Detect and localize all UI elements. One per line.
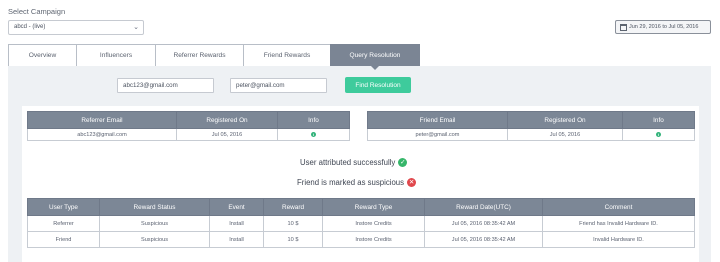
column-header: Reward Date(UTC) — [424, 198, 543, 216]
friend-table: Friend Email Registered On Info peter@gm… — [367, 111, 695, 141]
table-cell: Install — [209, 215, 264, 232]
referrer-email-input[interactable]: abc123@gmail.com — [117, 78, 214, 93]
table-cell: Instore Credits — [322, 215, 425, 232]
chevron-down-icon: ⌄ — [133, 24, 139, 31]
column-header: Comment — [542, 198, 695, 216]
column-header: Friend Email — [367, 111, 508, 129]
table-cell: Jul 05, 2016 08:35:42 AM — [424, 215, 543, 232]
column-header: Referrer Email — [27, 111, 177, 129]
info-icon[interactable]: i — [656, 131, 661, 137]
table-cell: Suspicious — [99, 231, 210, 248]
registered-on-cell: Jul 05, 2016 — [176, 128, 278, 141]
table-cell: Friend has Invalid Hardware ID. — [542, 215, 695, 232]
campaign-select-value: abcd - (live) — [14, 24, 46, 30]
table-header-row: Friend Email Registered On Info — [367, 111, 695, 129]
date-range-value: Jun 29, 2016 to Jul 05, 2016 — [629, 24, 699, 30]
column-header: Info — [277, 111, 350, 129]
table-row: abc123@gmail.com Jul 05, 2016 i — [27, 128, 350, 141]
x-circle-icon: ✕ — [407, 178, 417, 187]
tab-influencers[interactable]: Influencers — [76, 44, 156, 66]
attribution-status-text: User attributed successfully — [300, 158, 396, 167]
table-cell: Instore Credits — [322, 231, 425, 248]
date-range-picker[interactable]: Jun 29, 2016 to Jul 05, 2016 — [615, 20, 711, 34]
suspicious-status: Friend is marked as suspicious ✕ — [297, 178, 417, 187]
table-row: Referrer Suspicious Install 10 $ Instore… — [27, 215, 695, 232]
friend-email-cell: peter@gmail.com — [367, 128, 508, 141]
tab-bar: Overview Influencers Referrer Rewards Fr… — [8, 44, 420, 70]
calendar-icon — [620, 24, 627, 31]
tab-overview[interactable]: Overview — [8, 44, 77, 66]
column-header: Reward Status — [99, 198, 210, 216]
table-row: Friend Suspicious Install 10 $ Instore C… — [27, 231, 695, 248]
column-header: Reward — [263, 198, 323, 216]
rewards-table: User Type Reward Status Event Reward Rew… — [27, 198, 695, 248]
friend-email-input[interactable]: peter@gmail.com — [230, 78, 327, 93]
info-cell: i — [622, 128, 695, 141]
referrer-table: Referrer Email Registered On Info abc123… — [27, 111, 350, 141]
table-header-row: User Type Reward Status Event Reward Rew… — [27, 198, 695, 216]
campaign-label: Select Campaign — [8, 7, 66, 16]
table-cell: Friend — [27, 231, 100, 248]
referrer-email-cell: abc123@gmail.com — [27, 128, 177, 141]
table-cell: 10 $ — [263, 231, 323, 248]
campaign-select[interactable]: abcd - (live) ⌄ — [8, 20, 144, 35]
tab-friend-rewards[interactable]: Friend Rewards — [243, 44, 331, 66]
attribution-status: User attributed successfully ✓ — [300, 158, 408, 167]
registered-on-cell: Jul 05, 2016 — [507, 128, 623, 141]
column-header: User Type — [27, 198, 100, 216]
info-cell: i — [277, 128, 350, 141]
find-resolution-button[interactable]: Find Resolution — [345, 77, 411, 93]
table-cell: Invalid Hardware ID. — [542, 231, 695, 248]
table-cell: 10 $ — [263, 215, 323, 232]
column-header: Reward Type — [322, 198, 425, 216]
table-header-row: Referrer Email Registered On Info — [27, 111, 350, 129]
info-icon[interactable]: i — [311, 131, 316, 137]
table-cell: Referrer — [27, 215, 100, 232]
table-cell: Jul 05, 2016 08:35:42 AM — [424, 231, 543, 248]
suspicious-status-text: Friend is marked as suspicious — [297, 178, 405, 187]
tab-referrer-rewards[interactable]: Referrer Rewards — [155, 44, 244, 66]
tab-query-resolution[interactable]: Query Resolution — [330, 44, 420, 70]
table-cell: Install — [209, 231, 264, 248]
column-header: Registered On — [507, 111, 623, 129]
table-cell: Suspicious — [99, 215, 210, 232]
check-circle-icon: ✓ — [398, 158, 408, 167]
column-header: Registered On — [176, 111, 278, 129]
table-row: peter@gmail.com Jul 05, 2016 i — [367, 128, 695, 141]
column-header: Info — [622, 111, 695, 129]
column-header: Event — [209, 198, 264, 216]
